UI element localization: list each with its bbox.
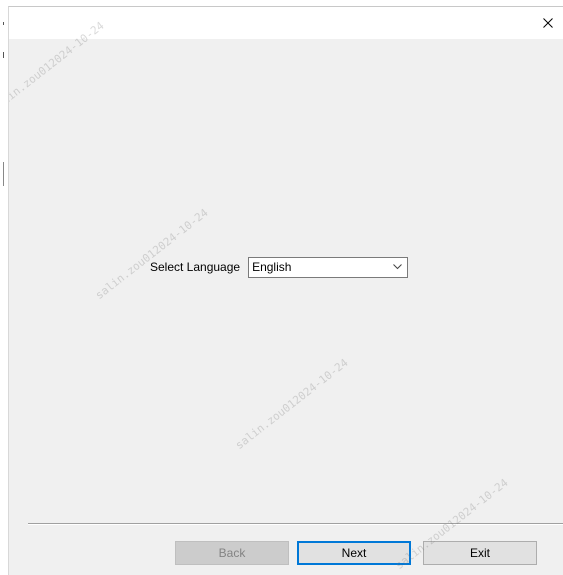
next-button[interactable]: Next (297, 541, 411, 565)
watermark-text: salin.zou012024-10-24 (92, 206, 211, 302)
language-row: Select Language English (150, 256, 409, 278)
title-bar (9, 7, 563, 39)
language-label: Select Language (150, 260, 241, 274)
edge-tick (3, 52, 4, 58)
close-icon (543, 18, 553, 28)
edge-tick (3, 22, 4, 25)
watermark-text: salin.zou012024-10-24 (232, 356, 351, 452)
language-dropdown[interactable]: English (248, 256, 409, 278)
background-edge (0, 0, 8, 575)
language-selected-value: English (252, 259, 292, 274)
back-button[interactable]: Back (175, 541, 289, 565)
close-button[interactable] (533, 7, 563, 39)
installer-dialog: Select Language English Back Next Exit s… (8, 6, 563, 575)
edge-tick (3, 162, 4, 186)
chevron-down-icon (393, 263, 402, 269)
footer-divider (28, 523, 563, 525)
exit-button[interactable]: Exit (423, 541, 537, 565)
